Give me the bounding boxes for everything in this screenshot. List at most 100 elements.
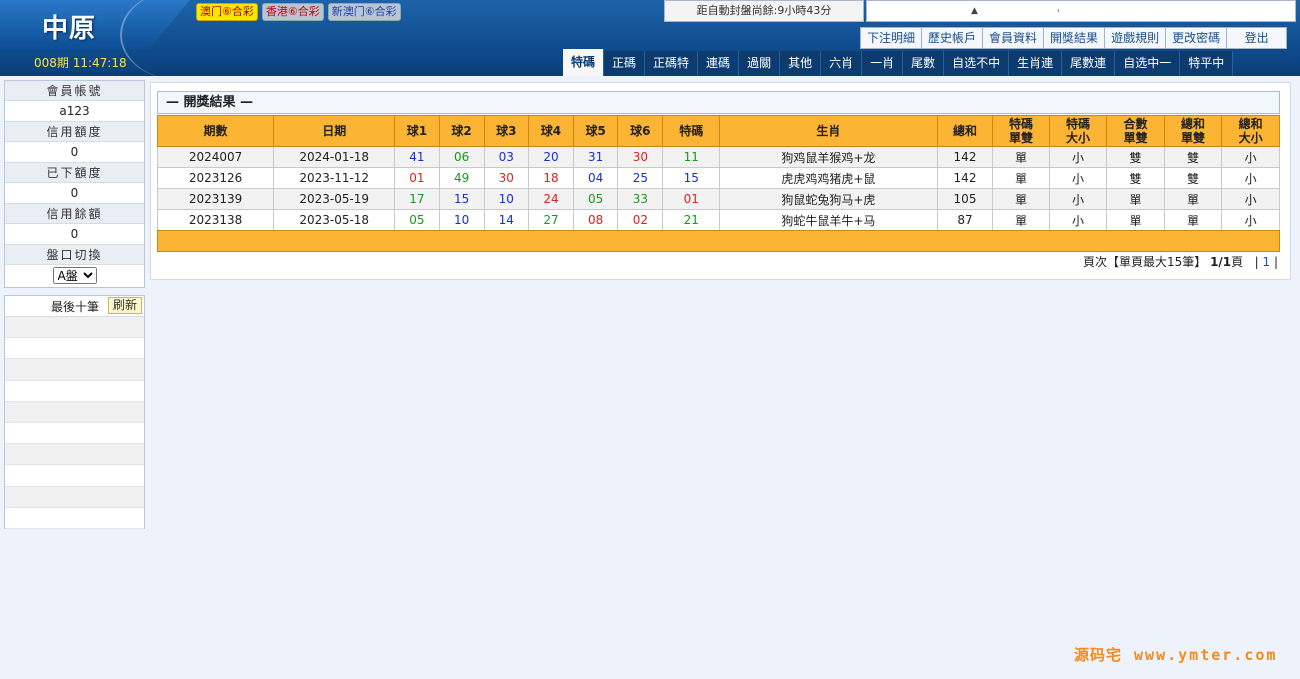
placed-amount-value: 0	[5, 183, 144, 204]
account-label: 會員帳號	[5, 81, 144, 101]
page-title: — 開獎結果 —	[157, 91, 1280, 114]
special-odd-even-cell: 單	[992, 167, 1050, 189]
last-ten-header: 最後十筆 刷新	[5, 296, 144, 317]
table-row: 2023126 2023-11-12 01 49 30 18 04 25 15 虎虎鸡鸡猪虎+鼠 1…	[156, 167, 1280, 189]
account-sidebar: 會員帳號 a123 信用額度 0 已下額度 0 信用餘額 0 盤口切換 A盤	[4, 80, 145, 288]
ball-cell: 04	[573, 167, 619, 189]
special-number-cell: 15	[662, 167, 720, 189]
zodiac-cell: 狗鸡鼠羊猴鸡+龙	[718, 146, 938, 168]
column-header: 合數 單雙	[1106, 115, 1165, 147]
date-cell: 2024-01-18	[273, 146, 396, 168]
date-cell: 2023-05-18	[273, 209, 396, 231]
sum-odd-even-cell: 雙	[1163, 167, 1223, 189]
ball-cell: 27	[527, 209, 575, 231]
ball-cell: 06	[438, 146, 485, 168]
column-header: 期數	[156, 115, 275, 147]
special-odd-even-cell: 單	[992, 209, 1050, 231]
ball-cell: 01	[394, 167, 440, 189]
pager-prefix: 頁次【單頁最大15筆】	[1082, 255, 1207, 269]
table-footer-bar	[157, 230, 1280, 252]
account-value: a123	[5, 101, 144, 122]
tab-tail-number[interactable]: 尾數	[903, 51, 945, 76]
game-button-macau[interactable]: 澳门⑥合彩	[196, 3, 258, 21]
list-item	[5, 444, 144, 466]
list-item	[5, 422, 144, 445]
composite-odd-even-cell: 單	[1106, 188, 1165, 210]
pager-pages: 1/1	[1210, 255, 1232, 269]
watermark-url: www.ymter.com	[1134, 646, 1278, 664]
tab-custom-miss[interactable]: 自选不中	[944, 51, 1010, 76]
ball-cell: 03	[483, 146, 529, 168]
period-cell: 2023126	[156, 167, 275, 189]
tab-special-tie[interactable]: 特平中	[1180, 51, 1234, 76]
column-header: 特碼 大小	[1048, 115, 1108, 147]
zodiac-cell: 狗鼠蛇兔狗马+虎	[718, 188, 938, 210]
tab-parlay[interactable]: 過關	[739, 51, 781, 76]
date-cell: 2023-05-19	[273, 188, 396, 210]
nav-member-info[interactable]: 會員資料	[983, 27, 1045, 49]
game-button-hongkong[interactable]: 香港⑥合彩	[261, 3, 324, 21]
handicap-select[interactable]: A盤	[52, 267, 97, 284]
list-item	[5, 507, 144, 529]
sum-odd-even-cell: 雙	[1163, 146, 1223, 168]
top-nav: 下注明細 歷史帳戶 會員資料 開獎結果 遊戲規則 更改密碼 登出	[860, 27, 1288, 49]
nav-bet-details[interactable]: 下注明細	[860, 27, 923, 49]
watermark: 源码宅 www.ymter.com	[1074, 644, 1277, 665]
last-ten-title: 最後十筆	[51, 300, 100, 314]
list-item	[5, 317, 144, 339]
period-cell: 2023138	[156, 209, 275, 231]
nav-change-password[interactable]: 更改密碼	[1166, 27, 1228, 49]
sum-big-small-cell: 小	[1221, 146, 1280, 168]
list-item	[5, 338, 144, 360]
nav-game-rules[interactable]: 遊戲規則	[1105, 27, 1167, 49]
credit-limit-value: 0	[5, 142, 144, 163]
tab-tail-combo[interactable]: 尾數連	[1062, 51, 1116, 76]
sum-cell: 87	[936, 209, 994, 231]
nav-draw-results[interactable]: 開獎結果	[1044, 27, 1106, 49]
list-item	[5, 401, 144, 423]
column-header: 日期	[273, 115, 396, 147]
date-cell: 2023-11-12	[273, 167, 396, 189]
pager-suffix: 頁	[1231, 255, 1244, 269]
game-button-new-macau[interactable]: 新澳门⑥合彩	[327, 3, 401, 21]
ball-cell: 41	[394, 146, 440, 168]
list-item	[5, 486, 144, 508]
list-item	[5, 380, 144, 402]
ball-cell: 17	[394, 188, 440, 210]
announcement-mark: '	[1057, 9, 1060, 19]
tab-combo[interactable]: 連碼	[698, 51, 740, 76]
special-number-cell: 01	[662, 188, 720, 210]
tab-six-zodiac[interactable]: 六肖	[821, 51, 863, 76]
tab-regular[interactable]: 正碼	[604, 51, 646, 76]
nav-history-account[interactable]: 歷史帳戶	[922, 27, 984, 49]
tab-one-zodiac[interactable]: 一肖	[862, 51, 904, 76]
ball-cell: 14	[483, 209, 529, 231]
ball-cell: 30	[483, 167, 529, 189]
special-big-small-cell: 小	[1048, 146, 1108, 168]
tab-other[interactable]: 其他	[780, 51, 822, 76]
composite-odd-even-cell: 雙	[1106, 167, 1165, 189]
composite-odd-even-cell: 單	[1106, 209, 1165, 231]
close-countdown: 距自動封盤尚餘:9小時43分	[664, 0, 864, 22]
watermark-brand: 源码宅	[1074, 646, 1123, 664]
special-big-small-cell: 小	[1048, 167, 1108, 189]
sum-cell: 105	[936, 188, 994, 210]
refresh-button[interactable]: 刷新	[107, 297, 142, 314]
tab-custom-hit-one[interactable]: 自选中一	[1115, 51, 1181, 76]
ball-cell: 49	[438, 167, 485, 189]
column-header: 球6	[617, 115, 664, 147]
zodiac-cell: 狗蛇牛鼠羊牛+马	[718, 209, 938, 231]
last-ten-list	[5, 317, 144, 529]
column-header: 球1	[394, 115, 440, 147]
last-ten-bets: 最後十筆 刷新	[4, 295, 145, 529]
pager-link[interactable]: 1	[1263, 255, 1271, 269]
tab-regular-special[interactable]: 正碼特	[645, 51, 699, 76]
announcement-icon: ▲	[971, 6, 978, 16]
period-cell: 2023139	[156, 188, 275, 210]
sum-big-small-cell: 小	[1221, 188, 1280, 210]
column-header: 特碼	[662, 115, 720, 147]
nav-logout[interactable]: 登出	[1227, 27, 1288, 49]
tab-special[interactable]: 特碼	[563, 49, 605, 76]
ball-cell: 10	[483, 188, 529, 210]
tab-zodiac-combo[interactable]: 生肖連	[1009, 51, 1063, 76]
